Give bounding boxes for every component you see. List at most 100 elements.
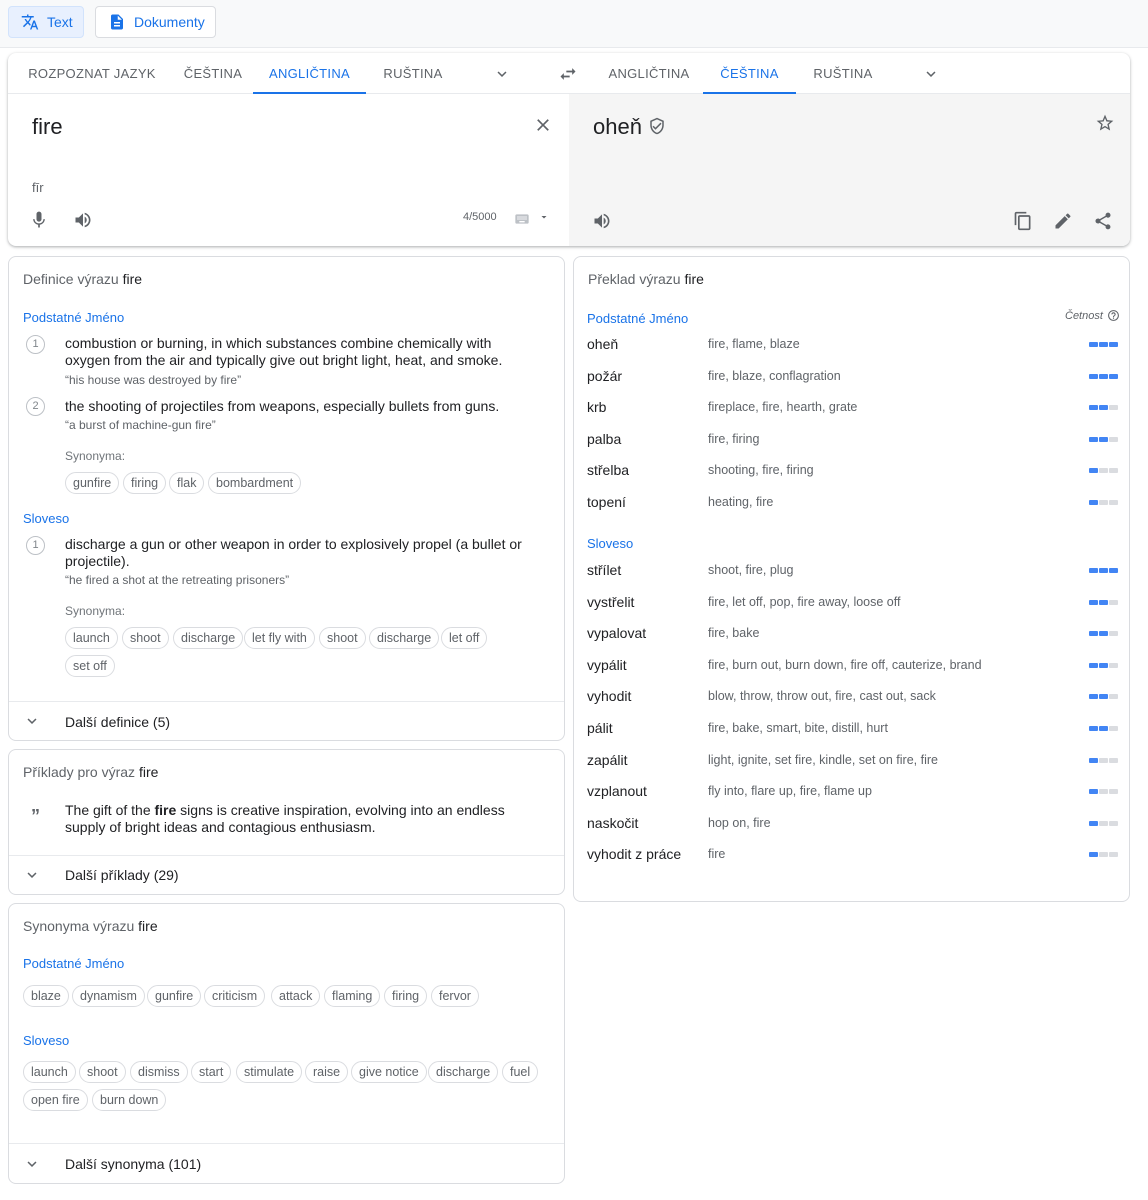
- more-definitions-button[interactable]: Další definice (5): [65, 714, 170, 730]
- synonym-chip[interactable]: blaze: [23, 985, 69, 1007]
- synonym-chip[interactable]: launch: [23, 1061, 76, 1083]
- translation-row[interactable]: oheň fire, flame, blaze: [574, 336, 1129, 360]
- translation-word[interactable]: střílet: [587, 562, 621, 578]
- frequency-segment: [1089, 436, 1098, 442]
- translation-row[interactable]: vypálit fire, burn out, burn down, fire o…: [574, 657, 1129, 681]
- synonym-chip[interactable]: dismiss: [130, 1061, 188, 1083]
- help-icon[interactable]: [1107, 309, 1120, 322]
- speaker-icon[interactable]: [592, 211, 612, 231]
- synonym-chip[interactable]: dynamism: [72, 985, 145, 1007]
- synonym-chip[interactable]: burn down: [92, 1089, 167, 1111]
- copy-icon[interactable]: [1013, 211, 1033, 231]
- synonym-chip[interactable]: bombardment: [208, 472, 302, 494]
- translation-row[interactable]: naskočit hop on, fire: [574, 815, 1129, 839]
- translation-row[interactable]: zapálit light, ignite, set fire, kindle, …: [574, 752, 1129, 776]
- close-icon[interactable]: [533, 115, 553, 135]
- synonym-chip[interactable]: open fire: [23, 1089, 88, 1111]
- translation-row[interactable]: topení heating, fire: [574, 494, 1129, 518]
- source-text[interactable]: fire: [32, 114, 63, 140]
- translation-row[interactable]: vzplanout fly into, flare up, fire, flame…: [574, 783, 1129, 807]
- star-icon[interactable]: [1095, 113, 1115, 133]
- more-examples-button[interactable]: Další příklady (29): [65, 867, 179, 883]
- synonym-chip[interactable]: let fly with: [244, 627, 315, 649]
- target-lang-russian[interactable]: RUŠTINA: [804, 53, 882, 94]
- synonym-chip[interactable]: firing: [123, 472, 167, 494]
- synonym-chip[interactable]: raise: [305, 1061, 349, 1083]
- microphone-icon[interactable]: [29, 210, 49, 230]
- translation-row[interactable]: střílet shoot, fire, plug: [574, 562, 1129, 586]
- translation-word[interactable]: vyhodit: [587, 688, 631, 704]
- translation-row[interactable]: vystřelit fire, let off, pop, fire away, …: [574, 594, 1129, 618]
- translation-word[interactable]: krb: [587, 399, 606, 415]
- synonym-chip[interactable]: fuel: [502, 1061, 539, 1083]
- synonym-chip[interactable]: discharge: [428, 1061, 499, 1083]
- translation-word[interactable]: oheň: [587, 336, 618, 352]
- translation-row[interactable]: vypalovat fire, bake: [574, 625, 1129, 649]
- translation-row[interactable]: vyhodit z práce fire: [574, 846, 1129, 870]
- text-mode-button[interactable]: Text: [8, 6, 84, 38]
- synonym-chip[interactable]: stimulate: [236, 1061, 303, 1083]
- frequency-segment: [1099, 599, 1108, 605]
- source-lang-czech[interactable]: ČEŠTINA: [168, 53, 258, 94]
- synonym-chip[interactable]: attack: [271, 985, 321, 1007]
- translation-word[interactable]: palba: [587, 431, 621, 447]
- chevron-down-icon[interactable]: [23, 866, 41, 884]
- translation-word[interactable]: zapálit: [587, 752, 627, 768]
- translation-row[interactable]: střelba shooting, fire, firing: [574, 462, 1129, 486]
- translation-word[interactable]: střelba: [587, 462, 629, 478]
- synonym-chip[interactable]: gunfire: [65, 472, 120, 494]
- translation-word[interactable]: požár: [587, 368, 622, 384]
- source-lang-english[interactable]: ANGLIČTINA: [253, 53, 366, 94]
- translation-word[interactable]: vystřelit: [587, 594, 634, 610]
- more-synonyms-button[interactable]: Další synonyma (101): [65, 1156, 201, 1172]
- synonym-chip[interactable]: launch: [65, 627, 118, 649]
- synonym-chip[interactable]: shoot: [122, 627, 169, 649]
- translation-row[interactable]: požár fire, blaze, conflagration: [574, 368, 1129, 392]
- back-translations: blow, throw, throw out, fire, cast out, …: [708, 689, 936, 704]
- synonym-chip[interactable]: discharge: [369, 627, 440, 649]
- verified-shield-icon[interactable]: [648, 117, 666, 135]
- translation-word[interactable]: naskočit: [587, 815, 638, 831]
- share-icon[interactable]: [1093, 211, 1113, 231]
- synonym-chip[interactable]: flaming: [324, 985, 381, 1007]
- synonyms-title-word: fire: [138, 918, 158, 934]
- swap-languages-icon[interactable]: [558, 64, 578, 84]
- translation-word[interactable]: pálit: [587, 720, 613, 736]
- translation-word[interactable]: vyhodit z práce: [587, 846, 681, 862]
- synonym-chip[interactable]: set off: [65, 655, 115, 677]
- target-lang-czech[interactable]: ČEŠTINA: [703, 53, 796, 94]
- speaker-icon[interactable]: [73, 210, 93, 230]
- chevron-down-icon[interactable]: [23, 712, 41, 730]
- synonym-chip[interactable]: firing: [384, 985, 428, 1007]
- translation-word[interactable]: topení: [587, 494, 626, 510]
- translation-row[interactable]: palba fire, firing: [574, 431, 1129, 455]
- source-lang-russian[interactable]: RUŠTINA: [374, 53, 452, 94]
- translation-word[interactable]: vzplanout: [587, 783, 647, 799]
- target-lang-english[interactable]: ANGLIČTINA: [601, 53, 697, 94]
- caret-down-icon[interactable]: [538, 210, 550, 222]
- synonym-chip[interactable]: shoot: [319, 627, 366, 649]
- synonym-chip[interactable]: criticism: [204, 985, 266, 1007]
- frequency-segment: [1089, 789, 1098, 795]
- synonym-chip[interactable]: discharge: [173, 627, 244, 649]
- translation-word[interactable]: vypalovat: [587, 625, 646, 641]
- translation-row[interactable]: krb fireplace, fire, hearth, grate: [574, 399, 1129, 423]
- synonym-chip[interactable]: shoot: [79, 1061, 126, 1083]
- chevron-down-icon[interactable]: [493, 65, 511, 83]
- edit-icon[interactable]: [1053, 211, 1073, 231]
- synonym-chip[interactable]: fervor: [431, 985, 479, 1007]
- chevron-down-icon[interactable]: [23, 1155, 41, 1173]
- synonym-chip[interactable]: start: [191, 1061, 232, 1083]
- synonym-chip[interactable]: let off: [441, 627, 488, 649]
- synonym-chip[interactable]: gunfire: [147, 985, 202, 1007]
- documents-mode-button[interactable]: Dokumenty: [95, 6, 216, 38]
- source-lang-detect[interactable]: ROZPOZNAT JAZYK: [16, 53, 168, 94]
- chevron-down-icon[interactable]: [922, 65, 940, 83]
- translation-row[interactable]: pálit fire, bake, smart, bite, distill, h…: [574, 720, 1129, 744]
- source-pane[interactable]: fire fīr 4/5000: [8, 94, 569, 246]
- translation-word[interactable]: vypálit: [587, 657, 627, 673]
- keyboard-icon[interactable]: [513, 211, 531, 227]
- synonym-chip[interactable]: flak: [169, 472, 205, 494]
- translation-row[interactable]: vyhodit blow, throw, throw out, fire, cas…: [574, 688, 1129, 712]
- synonym-chip[interactable]: give notice: [351, 1061, 427, 1083]
